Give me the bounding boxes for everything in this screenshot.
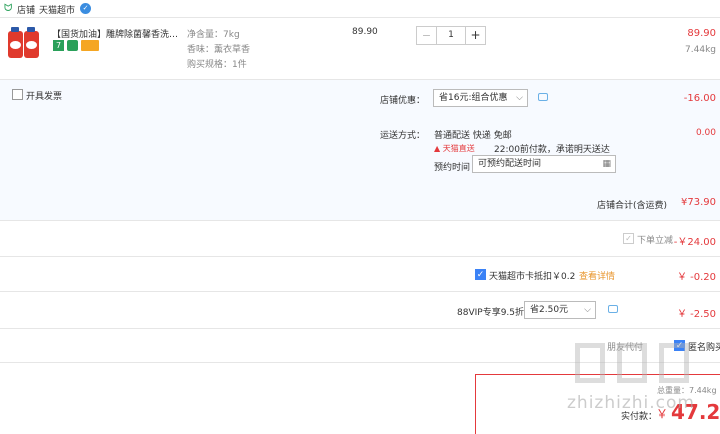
- extra-options-row: 朋友代付 ✓ 匿名购买: [0, 329, 720, 363]
- shop-discount-amount: -16.00: [683, 93, 716, 104]
- tmall-card-detail-link[interactable]: 查看详情: [579, 269, 615, 282]
- vip-discount-value: 省2.50元: [530, 305, 569, 315]
- instant-discount-checkbox[interactable]: ✓: [623, 233, 634, 244]
- item-title[interactable]: 【国货加油】雕牌除菌馨香洗…: [52, 27, 182, 40]
- shop-label: 店铺: [17, 6, 36, 16]
- unit-price: 89.90: [352, 27, 378, 37]
- shipping-label: 运送方式：: [380, 131, 426, 141]
- chat-icon[interactable]: [538, 93, 548, 101]
- item-weight: 7.44kg: [685, 45, 716, 55]
- tmall-direct-badge: ▲ 天猫直送: [434, 143, 475, 154]
- chevron-down-icon: ⌵: [584, 305, 591, 315]
- chat-icon[interactable]: [608, 305, 618, 313]
- guarantee-icon: [67, 40, 78, 51]
- instant-discount-label: 下单立减: [637, 236, 674, 246]
- pay-label: 实付款：: [621, 412, 658, 422]
- vip-row: 88VIP专享9.5折 省2.50元 ⌵ ￥ -2.50: [0, 292, 720, 329]
- verified-icon: ✓: [80, 3, 91, 14]
- product-image[interactable]: [6, 25, 42, 59]
- increase-button[interactable]: +: [465, 27, 485, 44]
- chevron-down-icon: ⌵: [516, 93, 523, 103]
- vip-label: 88VIP专享9.5折: [457, 308, 525, 318]
- quantity-input[interactable]: 1: [437, 27, 465, 44]
- shipping-method: 普通配送 快递 免邮: [434, 131, 512, 141]
- vip-discount-amount: ￥ -2.50: [676, 309, 716, 320]
- shop-discount-label: 店铺优惠：: [380, 96, 426, 106]
- shop-header: ᗢ 店铺 天猫超市 ✓: [0, 0, 720, 18]
- shop-discount-select[interactable]: 省16元:组合优惠 ⌵: [433, 89, 528, 107]
- pay-amount: 47.20: [671, 400, 720, 424]
- shop-name[interactable]: 天猫超市: [39, 3, 75, 16]
- appointment-placeholder: 可预约配送时间: [478, 159, 542, 169]
- item-spec-scent: 香味：薰衣草香: [187, 45, 251, 55]
- seven-day-return-icon: 7: [53, 40, 64, 51]
- item-row: 【国货加油】雕牌除菌馨香洗… 7 净含量：7kg 香味：薰衣草香 购买规格：1件…: [0, 18, 720, 80]
- shop-total-amount: ¥73.90: [681, 197, 716, 208]
- tmall-card-row: ✓ 天猫超市卡抵扣￥0.2 查看详情 ￥ -0.20: [0, 257, 720, 292]
- tmall-direct-text: 天猫直送: [442, 144, 475, 153]
- tmall-card-label: 天猫超市卡抵扣￥0.2: [489, 272, 576, 282]
- delivery-promise: 22:00前付款，承诺明天送达: [494, 145, 610, 155]
- pay-currency: ￥: [656, 407, 669, 421]
- tmall-card-amount: ￥ -0.20: [676, 272, 716, 283]
- item-spec-count: 购买规格：1件: [187, 60, 247, 70]
- instant-discount-amount: -￥24.00: [673, 237, 716, 248]
- tmall-logo-icon: ▲: [434, 144, 441, 153]
- shop-discount-value: 省16元:组合优惠: [439, 93, 508, 103]
- payment-summary-box: 总重量：7.44kg 实付款： ￥ 47.20: [475, 374, 720, 434]
- appointment-label: 预约时间: [434, 163, 471, 173]
- invoice-checkbox[interactable]: [12, 89, 23, 100]
- shipping-amount: 0.00: [695, 128, 716, 138]
- appointment-time-field[interactable]: 可预约配送时间 ▦: [472, 155, 616, 173]
- card-icon: [81, 40, 99, 51]
- item-spec-weight: 净含量：7kg: [187, 30, 240, 40]
- vip-discount-select[interactable]: 省2.50元 ⌵: [524, 301, 596, 319]
- shop-total-label: 店铺合计(含运费): [597, 201, 668, 211]
- invoice-label: 开具发票: [26, 92, 63, 102]
- calendar-icon: ▦: [602, 159, 611, 169]
- order-options-section: 开具发票 店铺优惠： 省16元:组合优惠 ⌵ -16.00 运送方式： 普通配送…: [0, 80, 720, 221]
- total-weight: 总重量：7.44kg: [657, 386, 717, 395]
- instant-discount-row: ✓ 下单立减 -￥24.00: [0, 221, 720, 257]
- item-subtotal: 89.90: [687, 28, 716, 39]
- anonymous-label: 匿名购买: [688, 343, 720, 353]
- decrease-button[interactable]: −: [417, 27, 437, 44]
- tmall-card-checkbox[interactable]: ✓: [475, 269, 486, 280]
- friend-pay-label[interactable]: 朋友代付: [607, 340, 643, 353]
- anonymous-checkbox[interactable]: ✓: [674, 340, 685, 351]
- quantity-stepper: − 1 +: [416, 26, 486, 45]
- tmall-cat-icon: ᗢ: [4, 3, 13, 14]
